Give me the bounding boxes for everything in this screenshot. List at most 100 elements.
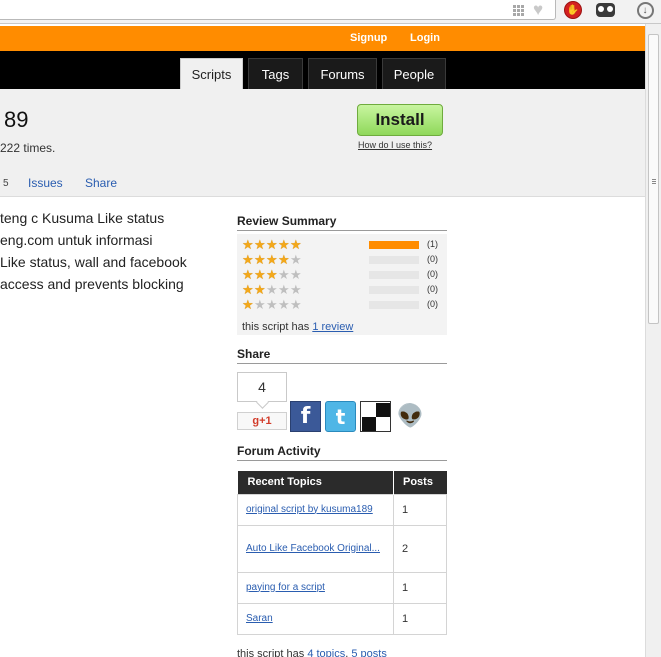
- star-icon: ★: [254, 267, 266, 282]
- star-icon: ★: [254, 237, 266, 252]
- tab-people[interactable]: People: [382, 58, 446, 89]
- rating-bar: [369, 241, 419, 249]
- bookmark-heart-icon[interactable]: ♥: [528, 0, 548, 19]
- extension-owl-icon[interactable]: [594, 1, 616, 19]
- subtab-count: 5: [3, 178, 9, 189]
- delicious-icon[interactable]: [360, 401, 391, 432]
- description-line: teng c Kusuma Like status: [0, 210, 165, 226]
- review-summary-title: Review Summary: [237, 214, 447, 231]
- star-icon: ★: [266, 237, 278, 252]
- rating-row: ★ ★ ★ ★ ★ (0): [242, 252, 447, 267]
- forum-footer: this script has 4 topics, 5 posts: [237, 648, 387, 657]
- star-icon: ★: [254, 297, 266, 312]
- rating-bar-fill: [369, 241, 419, 249]
- posts-link[interactable]: 5 posts: [351, 648, 386, 657]
- address-bar[interactable]: [0, 0, 556, 20]
- rating-row: ★ ★ ★ ★ ★ (1): [242, 237, 447, 252]
- tab-forums[interactable]: Forums: [308, 58, 377, 89]
- review-summary-box: ★ ★ ★ ★ ★ (1) ★ ★ ★ ★ ★ (0) ★ ★ ★ ★ ★ (0) ★ ★ ★ ★ ★ (0) ★ ★ ★ ★ ★ (0)…: [237, 234, 447, 335]
- table-row: original script by kusuma189 1: [237, 493, 447, 526]
- col-recent-topics: Recent Topics: [237, 471, 394, 494]
- table-row: Saran 1: [237, 602, 447, 635]
- share-section: Share 4 g+1 f t 👽: [237, 347, 447, 436]
- star-icon: ★: [278, 282, 290, 297]
- star-rating: ★ ★ ★ ★ ★: [242, 298, 302, 311]
- star-icon: ★: [242, 252, 254, 267]
- download-icon[interactable]: ↓: [634, 1, 656, 19]
- facebook-icon[interactable]: f: [290, 401, 321, 432]
- star-icon: ★: [254, 252, 266, 267]
- forum-activity: Forum Activity Recent Topics Posts origi…: [237, 444, 447, 657]
- star-icon: ★: [242, 297, 254, 312]
- topic-link[interactable]: Auto Like Facebook Original...: [246, 543, 380, 554]
- post-count: 1: [393, 493, 447, 526]
- star-icon: ★: [266, 282, 278, 297]
- col-posts: Posts: [393, 471, 447, 494]
- subtab-share[interactable]: Share: [85, 176, 117, 190]
- star-icon: ★: [242, 282, 254, 297]
- post-count: 1: [393, 571, 447, 604]
- share-title: Share: [237, 347, 447, 364]
- login-link[interactable]: Login: [410, 32, 440, 44]
- share-buttons: 4 g+1 f t 👽: [237, 370, 447, 436]
- browser-toolbar: ♥ ✋ ↓: [0, 0, 661, 24]
- apps-grid-icon[interactable]: [511, 1, 525, 19]
- script-header: 89 222 times. Install How do I use this?…: [0, 89, 645, 197]
- reviews-link[interactable]: 1 review: [312, 321, 353, 333]
- table-row: paying for a script 1: [237, 571, 447, 604]
- rating-count: (0): [427, 269, 438, 279]
- tab-scripts[interactable]: Scripts: [180, 58, 243, 89]
- topic-link[interactable]: Saran: [246, 613, 273, 624]
- star-rating: ★ ★ ★ ★ ★: [242, 238, 302, 251]
- post-count: 1: [393, 602, 447, 635]
- rating-count: (0): [427, 254, 438, 264]
- star-icon: ★: [278, 252, 290, 267]
- table-row: Auto Like Facebook Original... 2: [237, 524, 447, 573]
- twitter-icon[interactable]: t: [325, 401, 356, 432]
- star-icon: ★: [278, 267, 290, 282]
- review-footer-text: this script has: [242, 321, 310, 333]
- star-icon: ★: [278, 237, 290, 252]
- google-plus-button[interactable]: g+1: [237, 412, 287, 430]
- description-line: eng.com untuk informasi: [0, 232, 153, 248]
- install-button[interactable]: Install: [357, 104, 443, 136]
- install-count: 222 times.: [0, 141, 56, 155]
- description-line: access and prevents blocking: [0, 276, 184, 292]
- star-rating: ★ ★ ★ ★ ★: [242, 253, 302, 266]
- page-root: ♥ ✋ ↓ Signup Login Scripts Tags Forums P…: [0, 0, 661, 657]
- rating-bar: [369, 286, 419, 294]
- star-icon: ★: [290, 237, 302, 252]
- review-summary: Review Summary ★ ★ ★ ★ ★ (1) ★ ★ ★ ★ ★ (0) ★ ★ ★ ★ ★ (0) ★…: [237, 214, 447, 335]
- rating-row: ★ ★ ★ ★ ★ (0): [242, 297, 447, 312]
- topic-link[interactable]: original script by kusuma189: [246, 504, 373, 515]
- table-header-row: Recent Topics Posts: [237, 471, 447, 494]
- script-description: teng c Kusuma Like status eng.com untuk …: [0, 207, 225, 295]
- rating-bar: [369, 301, 419, 309]
- star-icon: ★: [266, 252, 278, 267]
- review-footer: this script has 1 review: [242, 321, 353, 333]
- star-icon: ★: [290, 267, 302, 282]
- star-rating: ★ ★ ★ ★ ★: [242, 283, 302, 296]
- rating-count: (0): [427, 299, 438, 309]
- subtab-issues[interactable]: Issues: [28, 176, 63, 190]
- star-icon: ★: [254, 282, 266, 297]
- vertical-scrollbar[interactable]: [645, 24, 661, 657]
- reddit-icon[interactable]: 👽: [395, 401, 426, 432]
- description-line: Like status, wall and facebook: [0, 254, 187, 270]
- topic-link[interactable]: paying for a script: [246, 582, 325, 593]
- post-count: 2: [393, 524, 447, 573]
- star-icon: ★: [266, 267, 278, 282]
- signup-link[interactable]: Signup: [350, 32, 387, 44]
- forum-activity-title: Forum Activity: [237, 444, 447, 461]
- topics-link[interactable]: 4 topics: [307, 648, 345, 657]
- topic-cell: Saran: [237, 602, 394, 635]
- star-icon: ★: [278, 297, 290, 312]
- topic-cell: original script by kusuma189: [237, 493, 394, 526]
- main-nav: Scripts Tags Forums People: [0, 51, 645, 89]
- scrollbar-thumb[interactable]: [648, 34, 659, 324]
- share-count: 4: [237, 372, 287, 402]
- howto-link[interactable]: How do I use this?: [358, 140, 432, 150]
- forum-footer-sep: ,: [345, 648, 349, 657]
- tab-tags[interactable]: Tags: [248, 58, 303, 89]
- adblock-stop-icon[interactable]: ✋: [562, 1, 584, 19]
